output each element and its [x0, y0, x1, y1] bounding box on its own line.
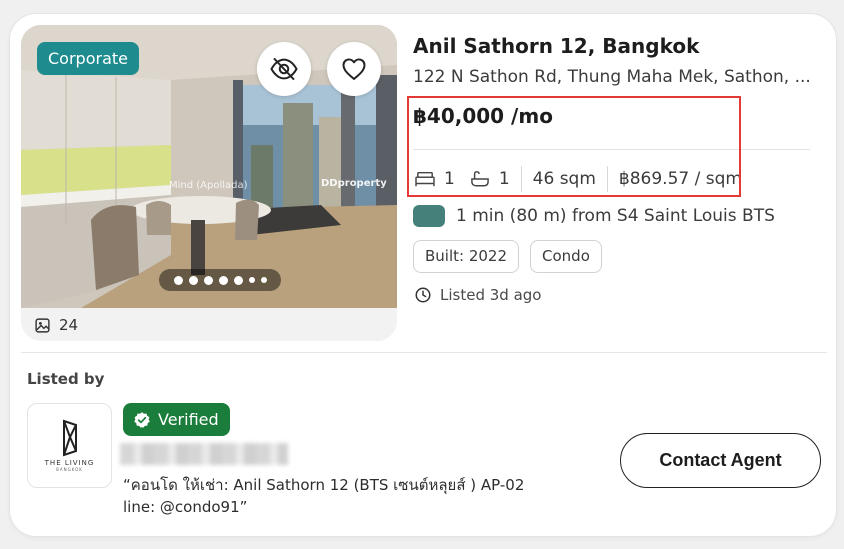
verified-badge: Verified — [123, 403, 230, 436]
spec-separator — [606, 166, 608, 192]
listing-address: 122 N Sathon Rd, Thung Maha Mek, Sathon,… — [413, 67, 811, 87]
gallery-dot[interactable] — [203, 275, 213, 285]
gallery-dot[interactable] — [173, 275, 183, 285]
section-divider — [21, 352, 827, 353]
photo-watermark-text: Mind (Apollada) — [169, 180, 248, 191]
corporate-badge: Corporate — [37, 42, 139, 75]
transit-text: 1 min (80 m) from S4 Saint Louis BTS — [456, 206, 775, 226]
gallery-dot[interactable] — [218, 275, 228, 285]
hide-listing-button[interactable] — [257, 42, 311, 96]
bathtub-icon — [471, 171, 489, 187]
divider — [413, 149, 810, 150]
listing-tags: Built: 2022 Condo — [413, 240, 602, 273]
bathrooms-spec: 1 — [469, 169, 510, 189]
photo-gallery[interactable]: Corporate Mind (Apollada) DDproperty 24 — [21, 25, 397, 341]
listed-time-text: Listed 3d ago — [440, 286, 542, 304]
image-icon — [35, 317, 50, 333]
contact-agent-button[interactable]: Contact Agent — [620, 433, 821, 488]
listed-by-label: Listed by — [27, 370, 105, 388]
photo-count[interactable]: 24 — [34, 316, 78, 334]
verified-label: Verified — [158, 410, 219, 429]
check-badge-icon — [134, 411, 150, 428]
agent-logo[interactable]: THE LIVING BANGKOK — [27, 403, 112, 488]
bedrooms-count: 1 — [444, 169, 455, 189]
transit-line-swatch — [413, 205, 445, 227]
listing-card[interactable]: Corporate Mind (Apollada) DDproperty 24 … — [10, 14, 836, 536]
agency-name: THE LIVING — [44, 459, 95, 467]
agent-name-redacted — [120, 443, 288, 465]
gallery-dot[interactable] — [188, 275, 198, 285]
bed-icon — [415, 171, 435, 187]
area-spec: 46 sqm — [532, 169, 596, 189]
gallery-dot[interactable] — [233, 275, 243, 285]
bathrooms-count: 1 — [498, 169, 510, 189]
listed-time: Listed 3d ago — [414, 286, 541, 304]
bedrooms-spec: 1 — [414, 169, 455, 189]
favorite-button[interactable] — [327, 42, 381, 96]
listing-price: ฿40,000 /mo — [413, 104, 553, 128]
agency-subname: BANGKOK — [56, 467, 83, 472]
transit-info: 1 min (80 m) from S4 Saint Louis BTS — [413, 205, 775, 227]
heart-icon — [342, 58, 366, 80]
eye-off-icon — [270, 57, 298, 81]
gallery-pagination[interactable] — [159, 269, 281, 291]
spec-separator — [520, 166, 522, 192]
agency-logo-mark — [62, 419, 77, 457]
tag-property-type: Condo — [530, 240, 602, 273]
gallery-dot[interactable] — [248, 277, 255, 283]
tag-built-year: Built: 2022 — [413, 240, 520, 273]
photo-watermark-brand: DDproperty — [321, 178, 387, 189]
clock-icon — [415, 287, 431, 303]
listing-title[interactable]: Anil Sathorn 12, Bangkok — [413, 34, 699, 58]
agent-description: “คอนโด ให้เช่า: Anil Sathorn 12 (BTS เซน… — [123, 476, 525, 516]
photo-count-value: 24 — [59, 316, 79, 334]
price-per-sqm: ฿869.57 / sqm — [618, 169, 742, 189]
gallery-dot[interactable] — [260, 277, 267, 283]
listing-specs: 1 1 46 sqm ฿869.57 / sqm — [414, 165, 742, 193]
